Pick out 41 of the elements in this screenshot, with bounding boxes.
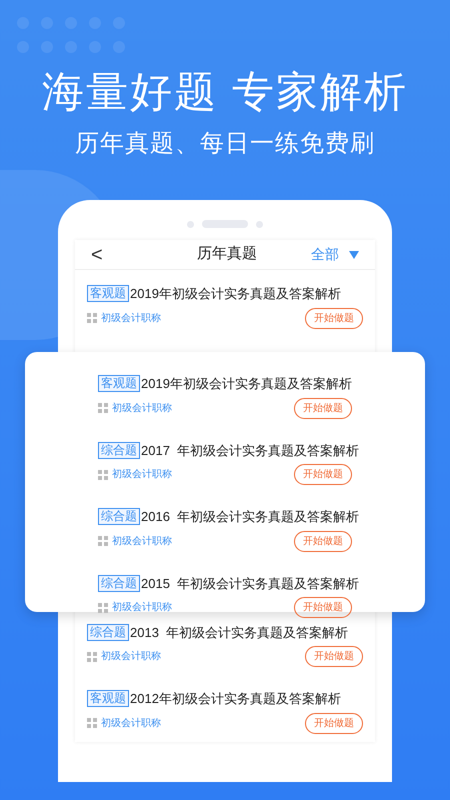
start-quiz-button[interactable]: 开始做题 [294, 597, 352, 618]
category-label: 初级会计职称 [112, 600, 172, 615]
grid-icon [87, 313, 97, 323]
question-type-tag: 综合题 [98, 508, 140, 526]
grid-icon [87, 652, 97, 662]
exam-title: 2012年初级会计实务真题及答案解析 [130, 690, 341, 708]
exam-title: 2019年初级会计实务真题及答案解析 [141, 375, 352, 393]
category-label: 初级会计职称 [101, 650, 161, 664]
exam-title: 2016 年初级会计实务真题及答案解析 [141, 508, 360, 526]
start-quiz-button[interactable]: 开始做题 [305, 646, 363, 667]
question-type-tag: 综合题 [98, 442, 140, 459]
question-type-tag: 客观题 [87, 690, 129, 708]
grid-icon [87, 718, 97, 728]
start-quiz-button[interactable]: 开始做题 [294, 398, 352, 418]
exam-title: 2019年初级会计实务真题及答案解析 [130, 285, 341, 303]
category-label: 初级会计职称 [101, 312, 161, 326]
start-quiz-button[interactable]: 开始做题 [305, 712, 363, 734]
category-label: 初级会计职称 [112, 468, 172, 482]
exam-title: 2017 年初级会计实务真题及答案解析 [141, 442, 360, 460]
question-type-tag: 客观题 [87, 285, 129, 302]
exam-title: 2013 年初级会计实务真题及答案解析 [130, 624, 348, 642]
start-quiz-button[interactable]: 开始做题 [294, 464, 352, 485]
grid-icon [98, 602, 108, 612]
start-quiz-button[interactable]: 开始做题 [294, 530, 352, 552]
headline: 海量好题 专家解析 [42, 67, 408, 117]
category-label: 初级会计职称 [101, 716, 161, 730]
category-label: 初级会计职称 [112, 402, 172, 416]
question-type-tag: 综合题 [87, 624, 129, 641]
grid-icon [98, 536, 108, 546]
start-quiz-button[interactable]: 开始做题 [305, 308, 363, 328]
question-type-tag: 综合题 [98, 574, 140, 592]
subheadline: 历年真题、每日一练免费刷 [75, 129, 375, 159]
dropdown-triangle-icon [349, 250, 359, 258]
filter-dropdown[interactable]: 全部 [311, 244, 339, 265]
question-type-tag: 客观题 [98, 375, 140, 392]
screen-title: 历年真题 [196, 244, 257, 264]
back-button[interactable]: < [91, 244, 103, 264]
grid-icon [98, 470, 108, 480]
exam-title: 2015 年初级会计实务真题及答案解析 [141, 574, 360, 592]
category-label: 初级会计职称 [112, 534, 172, 548]
grid-icon [98, 403, 108, 413]
